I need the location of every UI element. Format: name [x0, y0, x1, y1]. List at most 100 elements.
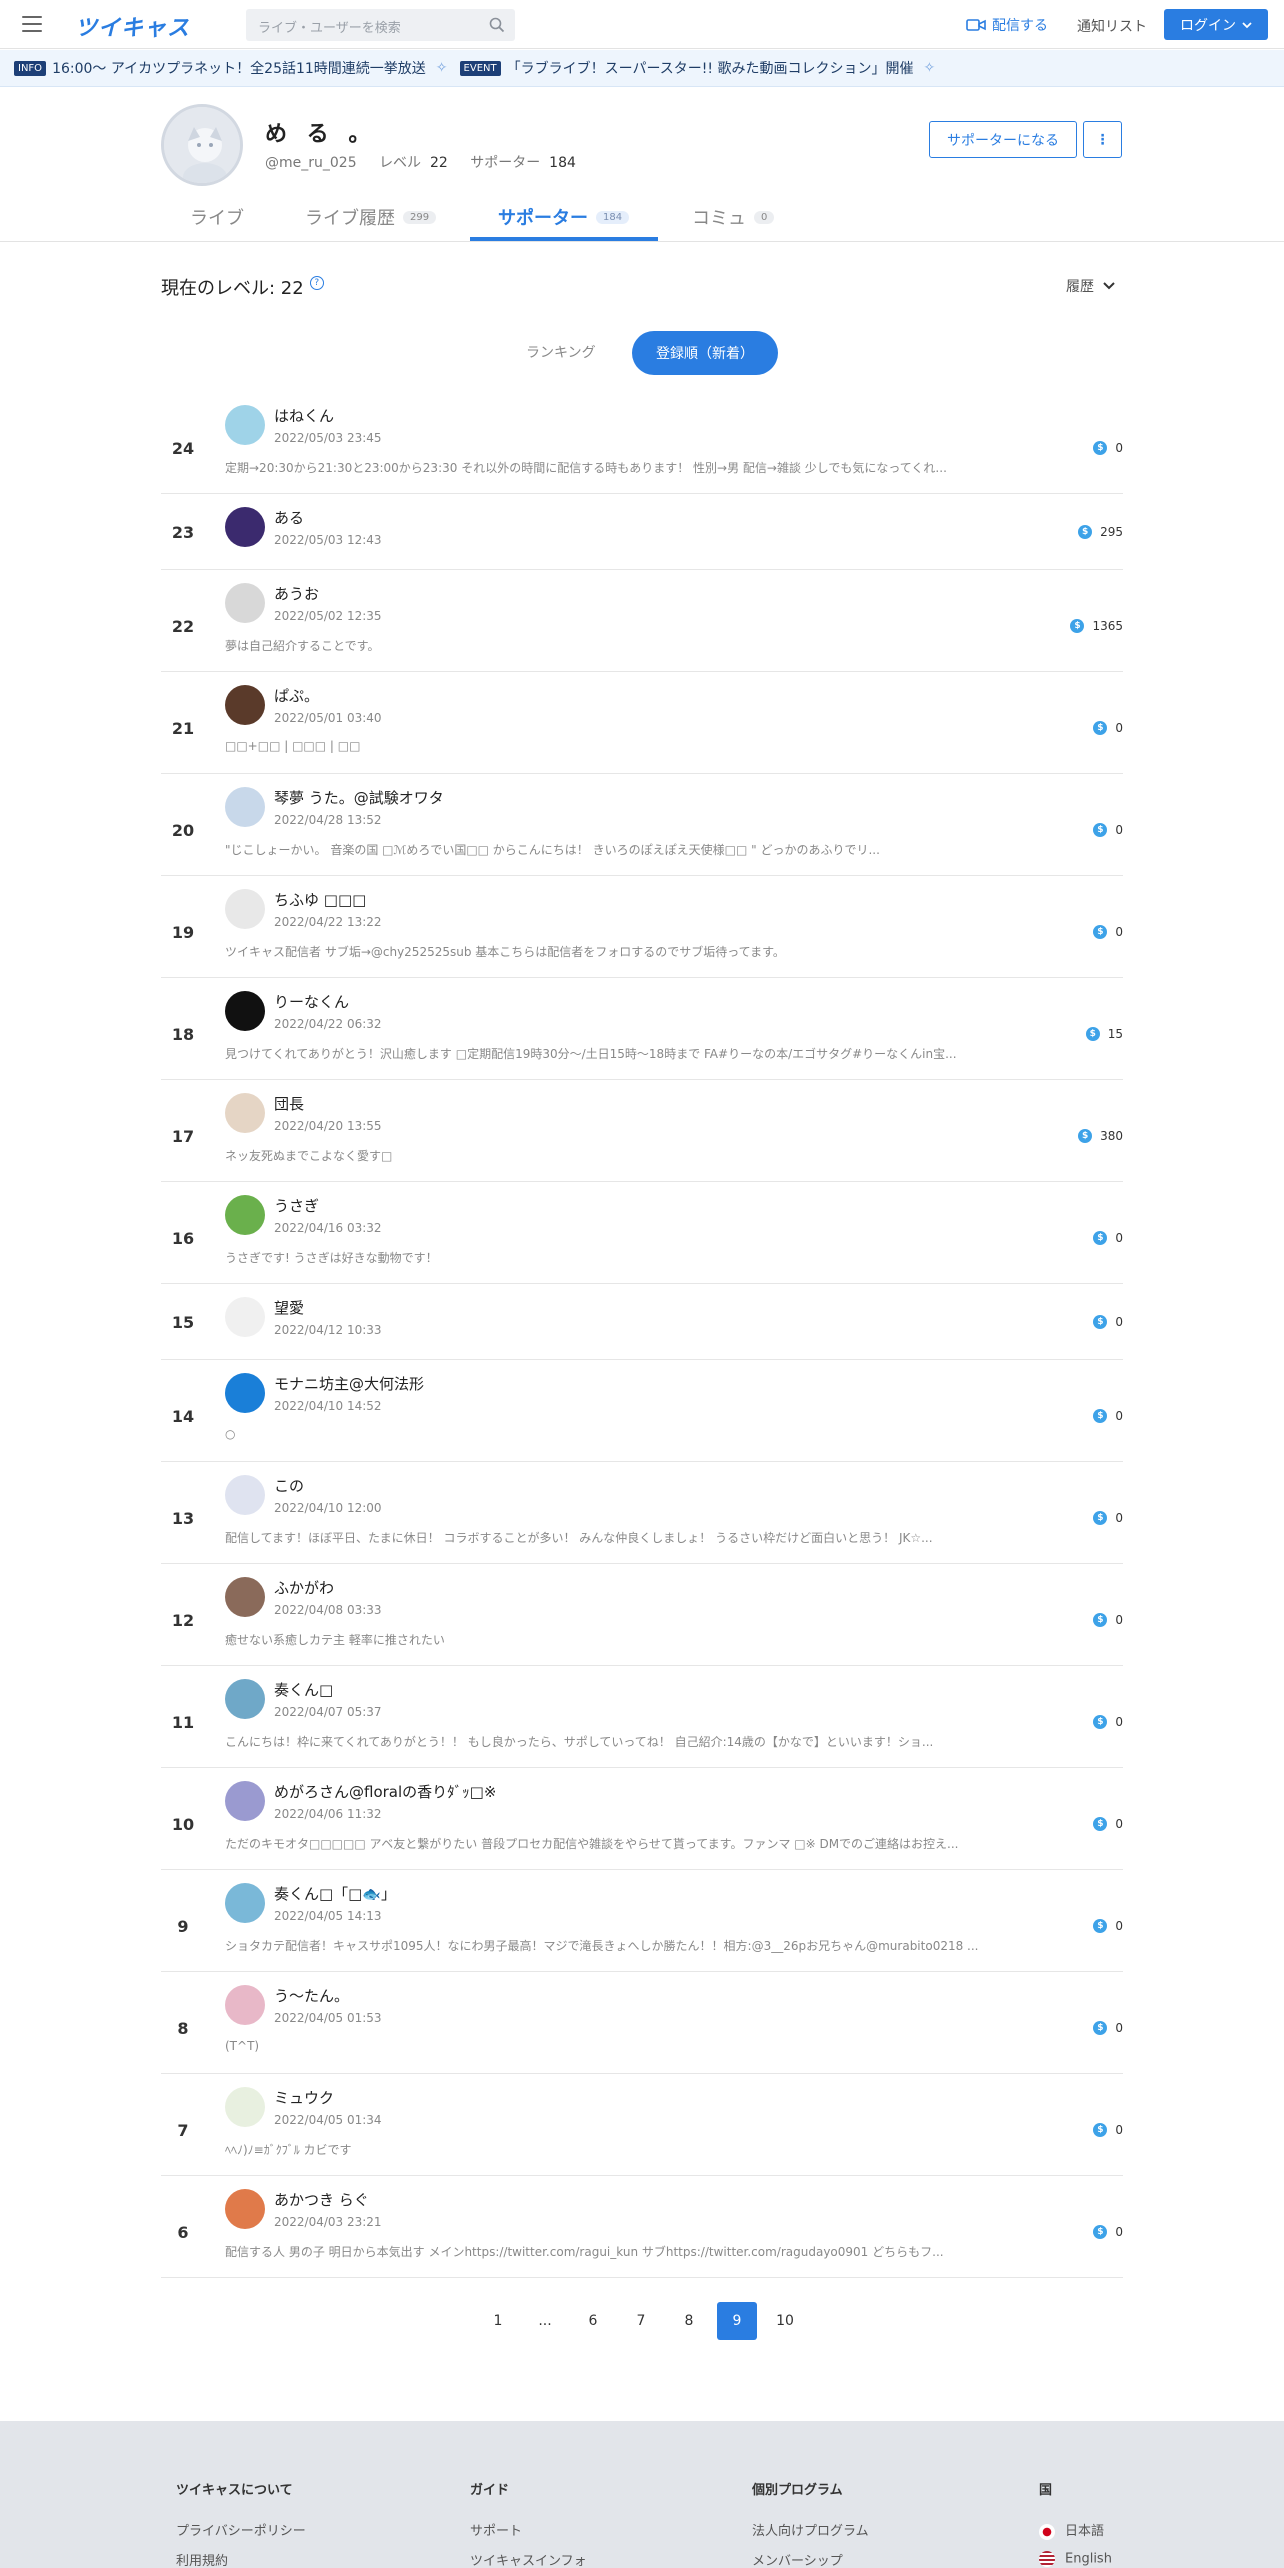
supporter-avatar[interactable] [225, 1195, 265, 1235]
supporter-avatar[interactable] [225, 1297, 265, 1337]
page-button[interactable]: 10 [765, 2302, 805, 2340]
coin-icon: $ [1093, 1613, 1108, 1627]
footer-link[interactable]: メンバーシップ [752, 2550, 869, 2568]
supporter-row[interactable]: 19 ちふゆ □□□ 2022/04/22 13:22 ツイキャス配信者 サブ垢→@c… [161, 876, 1123, 978]
supporter-name[interactable]: この [274, 1475, 304, 1496]
supporter-avatar[interactable] [225, 991, 265, 1031]
become-supporter-button[interactable]: サポーターになる [929, 121, 1077, 158]
supporter-row[interactable]: 6 あかつき らぐ 2022/04/03 23:21 配信する人 男の子 明日から本気… [161, 2176, 1123, 2278]
supporter-name[interactable]: 団長 [274, 1093, 304, 1114]
supporter-avatar[interactable] [225, 1577, 265, 1617]
help-icon[interactable]: ? [309, 276, 324, 290]
supporter-score: $0 [1093, 1511, 1123, 1525]
supporter-name[interactable]: ある [274, 507, 304, 528]
page-button[interactable]: 7 [621, 2302, 661, 2340]
supporter-name[interactable]: あうお [274, 583, 319, 604]
supporter-avatar[interactable] [225, 787, 265, 827]
broadcast-button[interactable]: 配信する [966, 15, 1048, 35]
supporter-row[interactable]: 7 ミュウク 2022/04/05 01:34 ﾍﾍﾉ)ﾉ≡ｶﾞｸﾌﾞﾙ カビです $0 [161, 2074, 1123, 2176]
supporter-name[interactable]: ぱぷ。 [274, 685, 319, 706]
supporter-date: 2022/04/10 12:00 [274, 1501, 382, 1515]
news-ticker[interactable]: INFO 16:00〜 アイカツプラネット！全25話11時間連続一挙放送 ✧ E… [0, 50, 1284, 87]
ticker-text[interactable]: 16:00〜 アイカツプラネット！全25話11時間連続一挙放送 [52, 58, 426, 78]
supporter-avatar[interactable] [225, 405, 265, 445]
supporter-avatar[interactable] [225, 1781, 265, 1821]
coin-icon: $ [1093, 1511, 1108, 1525]
tab-supporters[interactable]: サポーター 184 [498, 204, 630, 230]
menu-icon[interactable] [22, 16, 42, 32]
notification-list-link[interactable]: 通知リスト [1077, 16, 1147, 36]
supporter-name[interactable]: めがろさん@floralの香りﾀﾞｯ□※ [274, 1781, 496, 1802]
supporter-row[interactable]: 18 りーなくん 2022/04/22 06:32 見つけてくれてありがとう！沢山癒し… [161, 978, 1123, 1080]
supporter-row[interactable]: 15 望愛 2022/04/12 10:33 $0 [161, 1284, 1123, 1360]
supporter-name[interactable]: う〜たん。 [274, 1985, 349, 2006]
more-options-button[interactable]: ⋮ [1083, 121, 1122, 158]
page-button[interactable]: 9 [717, 2302, 757, 2340]
supporter-row[interactable]: 17 団長 2022/04/20 13:55 ネッ友死ぬまでこよなく愛す□ $380 [161, 1080, 1123, 1182]
tab-live-history[interactable]: ライブ履歴 299 [305, 204, 437, 230]
supporter-name[interactable]: モナニ坊主@大何法形 [274, 1373, 424, 1394]
supporter-row[interactable]: 20 琴夢 うた。@試験オワタ 2022/04/28 13:52 "じこしょーかい。 … [161, 774, 1123, 876]
login-button[interactable]: ログイン [1164, 9, 1268, 40]
supporter-row[interactable]: 23 ある 2022/05/03 12:43 $295 [161, 494, 1123, 570]
supporter-avatar[interactable] [225, 1093, 265, 1133]
footer-link[interactable]: サポート [470, 2520, 587, 2539]
supporter-avatar[interactable] [225, 1883, 265, 1923]
supporter-name[interactable]: 奏くん□「□🐟」 [274, 1883, 396, 1904]
supporter-row[interactable]: 22 あうお 2022/05/02 12:35 夢は自己紹介することです。 $1365 [161, 570, 1123, 672]
supporter-row[interactable]: 11 奏くん□ 2022/04/07 05:37 こんにちは！枠に来てくれてありがとう… [161, 1666, 1123, 1768]
footer-link[interactable]: 利用規約 [176, 2550, 306, 2568]
supporter-name[interactable]: 琴夢 うた。@試験オワタ [274, 787, 444, 808]
supporter-name[interactable]: ふかがわ [274, 1577, 334, 1598]
page-button[interactable]: 8 [669, 2302, 709, 2340]
supporter-avatar[interactable] [225, 1475, 265, 1515]
footer-link[interactable]: ツイキャスインフォ [470, 2550, 587, 2568]
page-button[interactable]: 6 [573, 2302, 613, 2340]
supporter-avatar[interactable] [225, 2087, 265, 2127]
supporter-row[interactable]: 12 ふかがわ 2022/04/08 03:33 癒せない系癒しカテ主 軽率に推された… [161, 1564, 1123, 1666]
logo[interactable]: ツイキャス [75, 10, 190, 42]
supporter-avatar[interactable] [225, 889, 265, 929]
language-japanese[interactable]: 日本語 [1039, 2520, 1112, 2540]
language-label: English [1065, 2551, 1112, 2566]
supporter-name[interactable]: ちふゆ □□□ [274, 889, 366, 910]
footer-column-country: 国 日本語 English [1039, 2479, 1112, 2568]
footer-link[interactable]: 法人向けプログラム [752, 2520, 869, 2539]
footer-link[interactable]: プライバシーポリシー [176, 2520, 306, 2539]
ranking-toggle[interactable]: ランキング [526, 342, 596, 362]
supporter-avatar[interactable] [225, 2189, 265, 2229]
supporter-name[interactable]: ミュウク [274, 2087, 334, 2108]
supporter-name[interactable]: あかつき らぐ [274, 2189, 369, 2210]
supporter-name[interactable]: りーなくん [274, 991, 349, 1012]
history-dropdown[interactable]: 履歴 [1066, 276, 1116, 296]
supporter-avatar[interactable] [225, 583, 265, 623]
search-input[interactable]: ライブ・ユーザーを検索 [246, 9, 515, 41]
ticker-text[interactable]: 「ラブライブ！スーパースター!! 歌みた動画コレクション」開催 [507, 58, 914, 78]
supporter-row[interactable]: 16 うさぎ 2022/04/16 03:32 うさぎです! うさぎは好きな動物です！… [161, 1182, 1123, 1284]
supporter-avatar[interactable] [225, 1373, 265, 1413]
supporter-name[interactable]: 望愛 [274, 1297, 304, 1318]
supporter-avatar[interactable] [225, 507, 265, 547]
supporter-row[interactable]: 24 はねくん 2022/05/03 23:45 定期→20:30から21:30と23… [161, 392, 1123, 494]
page-button[interactable]: 1 [478, 2302, 518, 2340]
supporter-name[interactable]: 奏くん□ [274, 1679, 333, 1700]
supporter-avatar[interactable] [225, 1985, 265, 2025]
supporter-row[interactable]: 10 めがろさん@floralの香りﾀﾞｯ□※ 2022/04/06 11:32 ただ… [161, 1768, 1123, 1870]
language-english[interactable]: English [1039, 2550, 1112, 2567]
search-icon[interactable] [489, 17, 505, 33]
newest-toggle[interactable]: 登録順（新着） [632, 331, 778, 375]
supporter-row[interactable]: 14 モナニ坊主@大何法形 2022/04/10 14:52 ○ $0 [161, 1360, 1123, 1462]
supporter-name[interactable]: うさぎ [274, 1195, 319, 1216]
tab-live[interactable]: ライブ [190, 204, 244, 230]
sparkle-icon: ✧ [923, 60, 936, 76]
tab-community[interactable]: コミュ 0 [692, 204, 775, 230]
supporter-avatar[interactable] [225, 685, 265, 725]
supporter-row[interactable]: 13 この 2022/04/10 12:00 配信してます！ほぼ平日、たまに休日！ コ… [161, 1462, 1123, 1564]
supporter-row[interactable]: 8 う〜たん。 2022/04/05 01:53 (T^T) $0 [161, 1972, 1123, 2074]
supporter-row[interactable]: 9 奏くん□「□🐟」 2022/04/05 14:13 ショタカテ配信者！キャスサポ1… [161, 1870, 1123, 1972]
supporter-avatar[interactable] [225, 1679, 265, 1719]
supporter-date: 2022/05/03 23:45 [274, 431, 382, 445]
supporter-row[interactable]: 21 ぱぷ。 2022/05/01 03:40 □□+□□ | □□□ | □□ $0 [161, 672, 1123, 774]
supporter-name[interactable]: はねくん [274, 405, 334, 426]
ticker-tag: INFO [14, 60, 47, 76]
